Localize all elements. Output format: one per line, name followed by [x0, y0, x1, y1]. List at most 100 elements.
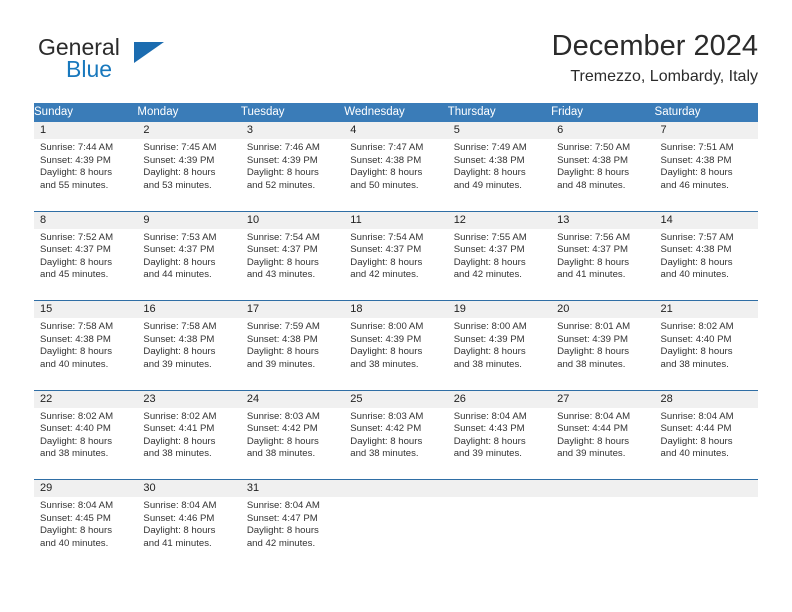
day-sunrise-text: Sunrise: 8:04 AM [660, 410, 734, 422]
day-number[interactable]: 17 [240, 300, 345, 318]
day-number[interactable]: 6 [551, 122, 655, 139]
day-sunset-text: Sunset: 4:38 PM [453, 154, 525, 166]
day-cell[interactable]: Sunrise: 7:54 AM Sunset: 4:37 PM Daylight:… [240, 228, 345, 301]
day-number[interactable]: 24 [240, 389, 345, 408]
day-cell[interactable]: Sunrise: 7:58 AM Sunset: 4:38 PM Daylight:… [137, 318, 241, 390]
day-cell[interactable]: Sunrise: 8:03 AM Sunset: 4:42 PM Daylight:… [240, 407, 345, 480]
day-number[interactable]: 18 [344, 300, 448, 318]
page-title: December 2024 [551, 30, 758, 62]
day-number[interactable]: 16 [137, 300, 241, 318]
day-sunset-text: Sunset: 4:41 PM [143, 423, 215, 435]
day-cell[interactable]: Sunrise: 7:55 AM Sunset: 4:37 PM Daylight:… [447, 228, 552, 301]
day-cell[interactable]: Sunrise: 8:00 AM Sunset: 4:39 PM Daylight:… [344, 318, 448, 390]
day-cell-empty [654, 497, 758, 569]
day-number[interactable]: 4 [344, 122, 448, 139]
day-number[interactable]: 27 [551, 389, 655, 408]
day-number[interactable]: 7 [654, 122, 758, 139]
week-detail-row: Sunrise: 7:52 AM Sunset: 4:37 PM Daylight:… [34, 228, 758, 301]
day-daylight-text: and 40 minutes. [660, 269, 729, 281]
day-cell[interactable]: Sunrise: 8:04 AM Sunset: 4:45 PM Daylight:… [34, 497, 138, 569]
day-number[interactable]: 14 [654, 210, 758, 229]
day-cell[interactable]: Sunrise: 7:44 AM Sunset: 4:39 PM Daylight:… [34, 139, 138, 211]
day-daylight-text: Daylight: 8 hours [350, 435, 423, 447]
day-sunrise-text: Sunrise: 7:54 AM [246, 231, 320, 243]
day-cell[interactable]: Sunrise: 7:58 AM Sunset: 4:38 PM Daylight:… [34, 318, 138, 390]
day-sunset-text: Sunset: 4:38 PM [660, 154, 732, 166]
day-daylight-text: and 40 minutes. [660, 448, 729, 460]
day-daylight-text: and 38 minutes. [143, 448, 212, 460]
day-daylight-text: Daylight: 8 hours [453, 435, 526, 447]
day-sunrise-text: Sunrise: 8:00 AM [350, 321, 424, 332]
day-sunset-text: Sunset: 4:38 PM [557, 154, 629, 166]
day-daylight-text: Daylight: 8 hours [350, 256, 423, 268]
day-number[interactable]: 9 [137, 210, 241, 229]
day-cell[interactable]: Sunrise: 7:53 AM Sunset: 4:37 PM Daylight:… [137, 228, 241, 301]
day-cell[interactable]: Sunrise: 8:04 AM Sunset: 4:44 PM Daylight:… [551, 407, 655, 480]
day-cell[interactable]: Sunrise: 8:03 AM Sunset: 4:42 PM Daylight:… [344, 407, 448, 480]
day-sunset-text: Sunset: 4:42 PM [350, 423, 422, 435]
day-number[interactable]: 11 [344, 210, 448, 229]
day-daylight-text: and 39 minutes. [557, 448, 626, 460]
day-number[interactable]: 20 [551, 300, 655, 318]
day-number[interactable]: 22 [34, 389, 138, 408]
day-number[interactable]: 10 [240, 210, 345, 229]
day-number[interactable]: 28 [654, 389, 758, 408]
day-daylight-text: Daylight: 8 hours [660, 167, 733, 179]
day-cell[interactable]: Sunrise: 7:56 AM Sunset: 4:37 PM Daylight:… [551, 228, 655, 301]
day-number[interactable]: 12 [447, 210, 552, 229]
day-sunset-text: Sunset: 4:39 PM [557, 333, 629, 345]
day-cell[interactable]: Sunrise: 8:01 AM Sunset: 4:39 PM Daylight:… [551, 318, 655, 390]
day-cell[interactable]: Sunrise: 7:54 AM Sunset: 4:37 PM Daylight:… [344, 228, 448, 301]
day-number[interactable]: 5 [447, 122, 552, 139]
day-cell[interactable]: Sunrise: 8:00 AM Sunset: 4:39 PM Daylight:… [447, 318, 552, 390]
day-cell[interactable]: Sunrise: 7:59 AM Sunset: 4:38 PM Daylight:… [240, 318, 345, 390]
day-cell[interactable]: Sunrise: 7:46 AM Sunset: 4:39 PM Daylight:… [240, 139, 345, 211]
day-cell[interactable]: Sunrise: 8:02 AM Sunset: 4:40 PM Daylight:… [654, 318, 758, 390]
day-sunrise-text: Sunrise: 7:49 AM [453, 142, 527, 153]
logo-triangle-icon [134, 42, 164, 63]
day-daylight-text: Daylight: 8 hours [557, 256, 630, 268]
day-cell[interactable]: Sunrise: 7:57 AM Sunset: 4:38 PM Daylight:… [654, 228, 758, 301]
day-cell[interactable]: Sunrise: 8:02 AM Sunset: 4:40 PM Daylight:… [34, 407, 138, 480]
day-sunset-text: Sunset: 4:45 PM [40, 512, 111, 524]
logo-text-blue: Blue [66, 56, 113, 82]
day-cell[interactable]: Sunrise: 8:04 AM Sunset: 4:44 PM Daylight:… [654, 407, 758, 480]
day-number[interactable]: 29 [34, 479, 138, 497]
day-daylight-text: Daylight: 8 hours [246, 525, 319, 537]
day-number[interactable]: 21 [654, 300, 758, 318]
week-daynumber-row: 8 9 10 11 12 13 14 [34, 210, 758, 229]
day-cell-empty [344, 497, 448, 569]
day-sunrise-text: Sunrise: 8:04 AM [557, 410, 631, 422]
day-number[interactable]: 13 [551, 210, 655, 229]
day-cell[interactable]: Sunrise: 8:04 AM Sunset: 4:43 PM Daylight:… [447, 407, 552, 480]
day-number[interactable]: 3 [240, 122, 345, 139]
day-daylight-text: and 41 minutes. [557, 269, 626, 281]
day-number[interactable]: 2 [137, 122, 241, 139]
day-number[interactable]: 25 [344, 389, 448, 408]
week-detail-row: Sunrise: 7:44 AM Sunset: 4:39 PM Daylight:… [34, 139, 758, 211]
day-cell[interactable]: Sunrise: 7:51 AM Sunset: 4:38 PM Daylight:… [654, 139, 758, 211]
day-number[interactable]: 30 [137, 479, 241, 497]
day-cell[interactable]: Sunrise: 7:52 AM Sunset: 4:37 PM Daylight:… [34, 228, 138, 301]
day-cell[interactable]: Sunrise: 8:04 AM Sunset: 4:46 PM Daylight:… [137, 497, 241, 569]
day-number[interactable]: 8 [34, 210, 138, 229]
week-daynumber-row: 1234567 [34, 122, 758, 139]
day-number-empty [654, 479, 758, 497]
day-cell[interactable]: Sunrise: 7:49 AM Sunset: 4:38 PM Daylight:… [447, 139, 552, 211]
day-number[interactable]: 23 [137, 389, 241, 408]
day-cell[interactable]: Sunrise: 8:04 AM Sunset: 4:47 PM Daylight:… [240, 497, 345, 569]
day-daylight-text: Daylight: 8 hours [246, 435, 319, 447]
day-cell[interactable]: Sunrise: 7:50 AM Sunset: 4:38 PM Daylight:… [551, 139, 655, 211]
day-number[interactable]: 31 [240, 479, 345, 497]
day-daylight-text: and 45 minutes. [40, 269, 109, 281]
day-number[interactable]: 26 [447, 389, 552, 408]
day-number[interactable]: 1 [34, 122, 138, 139]
day-sunset-text: Sunset: 4:37 PM [143, 244, 215, 256]
day-cell[interactable]: Sunrise: 7:47 AM Sunset: 4:38 PM Daylight:… [344, 139, 448, 211]
day-cell[interactable]: Sunrise: 7:45 AM Sunset: 4:39 PM Daylight:… [137, 139, 241, 211]
day-number[interactable]: 15 [34, 300, 138, 318]
day-sunset-text: Sunset: 4:38 PM [350, 154, 422, 166]
day-cell[interactable]: Sunrise: 8:02 AM Sunset: 4:41 PM Daylight:… [137, 407, 241, 480]
day-daylight-text: and 53 minutes. [143, 179, 212, 191]
day-number[interactable]: 19 [447, 300, 552, 318]
